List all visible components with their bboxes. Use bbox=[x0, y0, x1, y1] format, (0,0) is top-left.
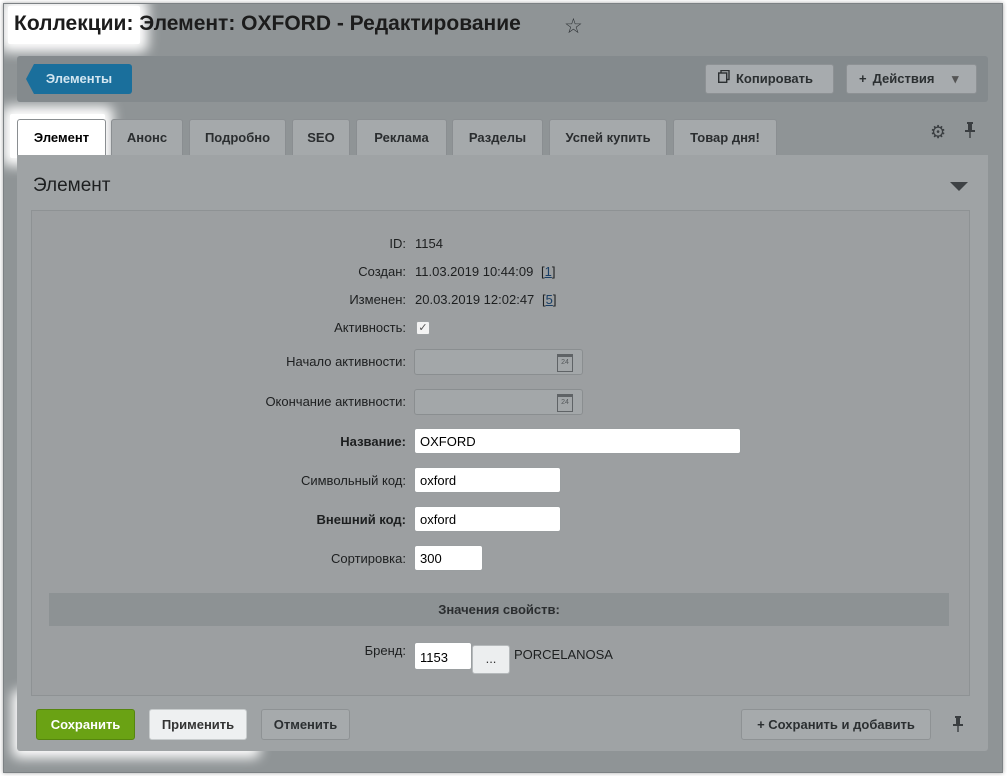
modified-by-link[interactable]: [5] bbox=[542, 292, 556, 307]
save-button[interactable]: Сохранить bbox=[36, 709, 135, 740]
toolbar bbox=[17, 56, 988, 102]
tab-hurry-buy[interactable]: Успей купить bbox=[549, 119, 667, 156]
gear-icon[interactable]: ⚙ bbox=[930, 122, 946, 143]
modified-by-id[interactable]: 5 bbox=[546, 292, 553, 307]
activity-label: Активность: bbox=[334, 320, 406, 335]
created-label: Создан: bbox=[358, 264, 406, 279]
active-from-label: Начало активности: bbox=[286, 354, 406, 369]
actions-dropdown-button[interactable]: + Действия ▾ bbox=[846, 64, 977, 94]
save-and-add-button[interactable]: + Сохранить и добавить bbox=[741, 709, 931, 740]
id-value: 1154 bbox=[415, 236, 443, 251]
xml-id-input[interactable]: oxford bbox=[414, 506, 561, 532]
chevron-down-icon: ▾ bbox=[952, 71, 959, 86]
plus-icon: + bbox=[757, 717, 765, 732]
created-value: 11.03.2019 10:44:09 bbox=[415, 264, 534, 279]
copy-icon bbox=[717, 65, 730, 93]
back-to-elements-button[interactable]: Элементы bbox=[26, 64, 132, 94]
tab-ads[interactable]: Реклама bbox=[356, 119, 447, 156]
properties-section-header: Значения свойств: bbox=[49, 593, 949, 626]
brand-name: PORCELANOSA bbox=[514, 647, 613, 662]
tab-product-of-day[interactable]: Товар дня! bbox=[673, 119, 777, 156]
brand-select-button[interactable]: ... bbox=[472, 645, 510, 674]
modified-value: 20.03.2019 12:02:47 bbox=[415, 292, 535, 307]
page-title-module: Коллекции: bbox=[14, 12, 134, 35]
code-input[interactable]: oxford bbox=[414, 467, 561, 493]
page-title-element: Элемент: OXFORD - Редактирование bbox=[133, 12, 521, 35]
brand-label: Бренд: bbox=[364, 643, 406, 658]
activity-checkbox[interactable]: ✓ bbox=[416, 321, 430, 335]
actions-button-label: Действия bbox=[872, 71, 935, 86]
code-label: Символьный код: bbox=[300, 473, 406, 488]
pin-icon[interactable] bbox=[964, 122, 976, 143]
save-and-add-label: Сохранить и добавить bbox=[768, 717, 915, 732]
admin-window: Коллекции: Элемент: OXFORD - Редактирова… bbox=[3, 3, 1003, 773]
name-label: Название: bbox=[340, 434, 406, 449]
copy-button[interactable]: Копировать bbox=[705, 64, 834, 94]
collapse-arrow-icon[interactable] bbox=[950, 182, 968, 191]
favorite-star-icon[interactable]: ☆ bbox=[564, 16, 583, 38]
created-by-link[interactable]: [1] bbox=[541, 264, 555, 279]
xml-id-label: Внешний код: bbox=[316, 512, 406, 527]
modified-label: Изменен: bbox=[349, 292, 406, 307]
plus-icon: + bbox=[859, 71, 867, 86]
cancel-button[interactable]: Отменить bbox=[261, 709, 350, 740]
page-title: Коллекции: Элемент: OXFORD - Редактирова… bbox=[14, 12, 521, 36]
pin-icon[interactable] bbox=[952, 716, 964, 737]
brand-id-input[interactable]: 1153 bbox=[414, 642, 472, 670]
id-label: ID: bbox=[389, 236, 406, 251]
tab-seo[interactable]: SEO bbox=[292, 119, 350, 156]
tab-element[interactable]: Элемент bbox=[17, 119, 106, 156]
name-input[interactable]: OXFORD bbox=[414, 428, 741, 454]
tab-details[interactable]: Подробно bbox=[189, 119, 286, 156]
tab-sections[interactable]: Разделы bbox=[452, 119, 543, 156]
panel-title: Элемент bbox=[33, 175, 111, 196]
calendar-icon[interactable]: 24 bbox=[557, 354, 573, 372]
sort-input[interactable]: 300 bbox=[414, 545, 483, 571]
active-to-label: Окончание активности: bbox=[265, 394, 406, 409]
apply-button[interactable]: Применить bbox=[149, 709, 247, 740]
copy-button-label: Копировать bbox=[736, 71, 814, 86]
sort-label: Сортировка: bbox=[331, 551, 406, 566]
created-by-id[interactable]: 1 bbox=[545, 264, 552, 279]
tab-announce[interactable]: Анонс bbox=[111, 119, 183, 156]
calendar-icon[interactable]: 24 bbox=[557, 394, 573, 412]
